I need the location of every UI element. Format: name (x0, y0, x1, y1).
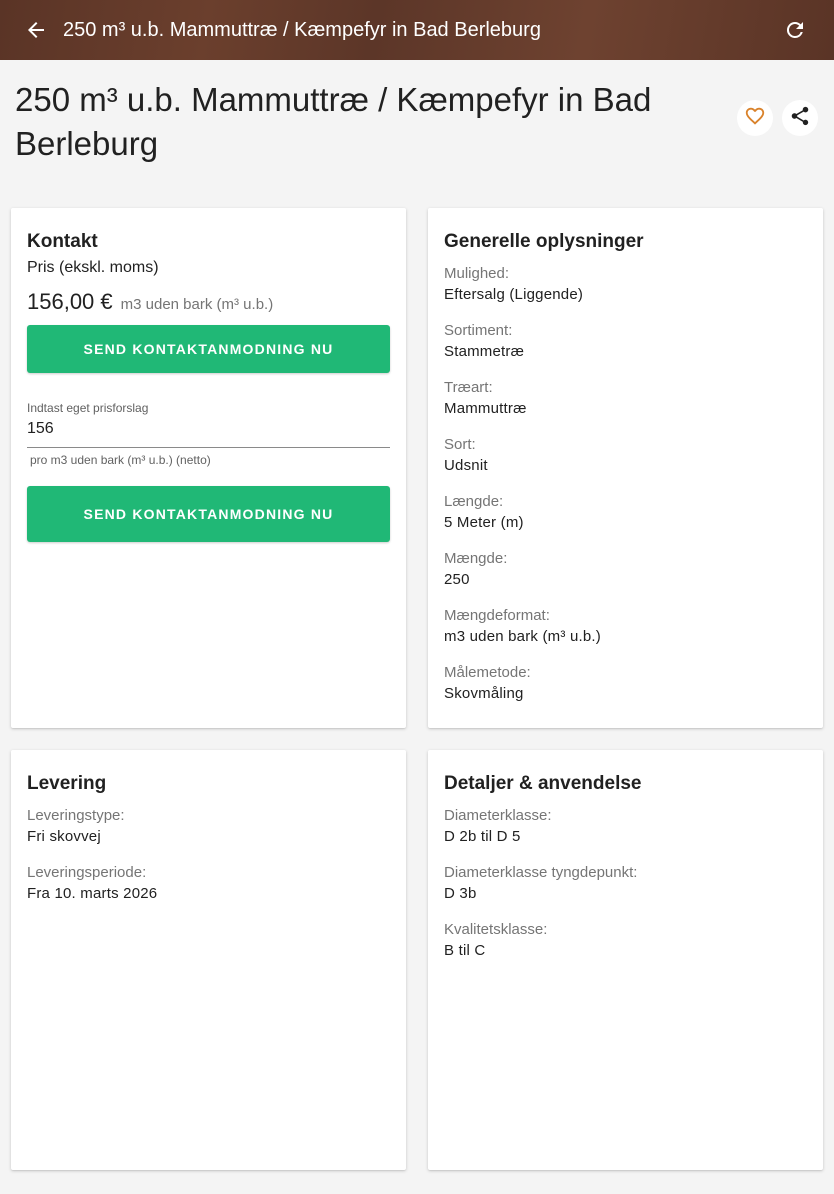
app-bar: 250 m³ u.b. Mammuttræ / Kæmpefyr in Bad … (0, 0, 834, 60)
field-label: Mængdeformat: (444, 607, 550, 624)
field-value: D 2b til D 5 (444, 828, 521, 845)
field-value: Skovmåling (444, 685, 524, 702)
field-label: Sort: (444, 436, 476, 453)
field-value: 250 (444, 571, 470, 588)
general-info-card: Generelle oplysninger Mulighed: Eftersal… (428, 208, 823, 728)
price-unit: m3 uden bark (m³ u.b.) (120, 296, 274, 313)
favorite-button[interactable] (737, 100, 773, 136)
heart-outline-icon (744, 105, 766, 132)
price-label: Pris (ekskl. moms) (27, 259, 159, 276)
field-label: Sortiment: (444, 322, 513, 339)
general-field: Sortiment: Stammetræ (444, 321, 804, 363)
details-field: Diameterklasse: D 2b til D 5 (444, 806, 804, 848)
field-label: Kvalitetsklasse: (444, 921, 548, 938)
field-value: Stammetræ (444, 343, 525, 360)
price-row: 156,00 € m3 uden bark (m³ u.b.) (27, 288, 273, 316)
field-value: B til C (444, 942, 486, 959)
field-value: Eftersalg (Liggende) (444, 286, 584, 303)
general-field: Mængde: 250 (444, 549, 804, 591)
field-label: Målemetode: (444, 664, 531, 681)
details-field: Diameterklasse tyngdepunkt: D 3b (444, 863, 804, 905)
refresh-icon[interactable] (783, 18, 807, 42)
send-price-offer-button[interactable]: SEND KONTAKTANMODNING NU (27, 486, 390, 542)
general-field: Træart: Mammuttræ (444, 378, 804, 420)
general-info-heading: Generelle oplysninger (444, 231, 644, 252)
field-label: Længde: (444, 493, 504, 510)
share-icon (789, 105, 811, 132)
general-field: Længde: 5 Meter (m) (444, 492, 804, 534)
field-value: m3 uden bark (m³ u.b.) (444, 628, 601, 645)
page-title: 250 m³ u.b. Mammuttræ / Kæmpefyr in Bad … (15, 81, 652, 162)
details-card: Detaljer & anvendelse Diameterklasse: D … (428, 750, 823, 1170)
field-label: Leveringsperiode: (27, 864, 147, 881)
details-heading: Detaljer & anvendelse (444, 773, 642, 794)
delivery-field: Leveringsperiode: Fra 10. marts 2026 (27, 863, 387, 905)
share-button[interactable] (782, 100, 818, 136)
price-value: 156,00 € (27, 289, 113, 314)
delivery-field: Leveringstype: Fri skovvej (27, 806, 387, 848)
general-field: Målemetode: Skovmåling (444, 663, 804, 705)
price-offer-label: Indtast eget prisforslag (27, 401, 149, 415)
send-contact-request-button[interactable]: SEND KONTAKTANMODNING NU (27, 325, 390, 373)
field-value: Mammuttræ (444, 400, 527, 417)
general-field: Mængdeformat: m3 uden bark (m³ u.b.) (444, 606, 804, 648)
field-value: D 3b (444, 885, 477, 902)
field-value: Fra 10. marts 2026 (27, 885, 158, 902)
price-offer-field: Indtast eget prisforslag pro m3 uden bar… (27, 401, 390, 467)
delivery-card: Levering Leveringstype: Fri skovvej Leve… (11, 750, 406, 1170)
field-value: 5 Meter (m) (444, 514, 524, 531)
field-value: Fri skovvej (27, 828, 101, 845)
general-field: Mulighed: Eftersalg (Liggende) (444, 264, 804, 306)
field-value: Udsnit (444, 457, 488, 474)
field-label: Diameterklasse: (444, 807, 552, 824)
field-label: Mængde: (444, 550, 508, 567)
field-label: Leveringstype: (27, 807, 125, 824)
delivery-heading: Levering (27, 773, 107, 794)
details-field: Kvalitetsklasse: B til C (444, 920, 804, 962)
field-label: Diameterklasse tyngdepunkt: (444, 864, 638, 881)
price-offer-hint: pro m3 uden bark (m³ u.b.) (netto) (30, 453, 211, 467)
contact-card: Kontakt Pris (ekskl. moms) 156,00 € m3 ud… (11, 208, 406, 728)
general-field: Sort: Udsnit (444, 435, 804, 477)
contact-heading: Kontakt (27, 231, 98, 252)
arrow-left-icon[interactable] (24, 18, 48, 42)
app-bar-title: 250 m³ u.b. Mammuttræ / Kæmpefyr in Bad … (63, 19, 541, 41)
field-label: Træart: (444, 379, 493, 396)
field-label: Mulighed: (444, 265, 510, 282)
price-offer-input[interactable] (27, 415, 390, 448)
